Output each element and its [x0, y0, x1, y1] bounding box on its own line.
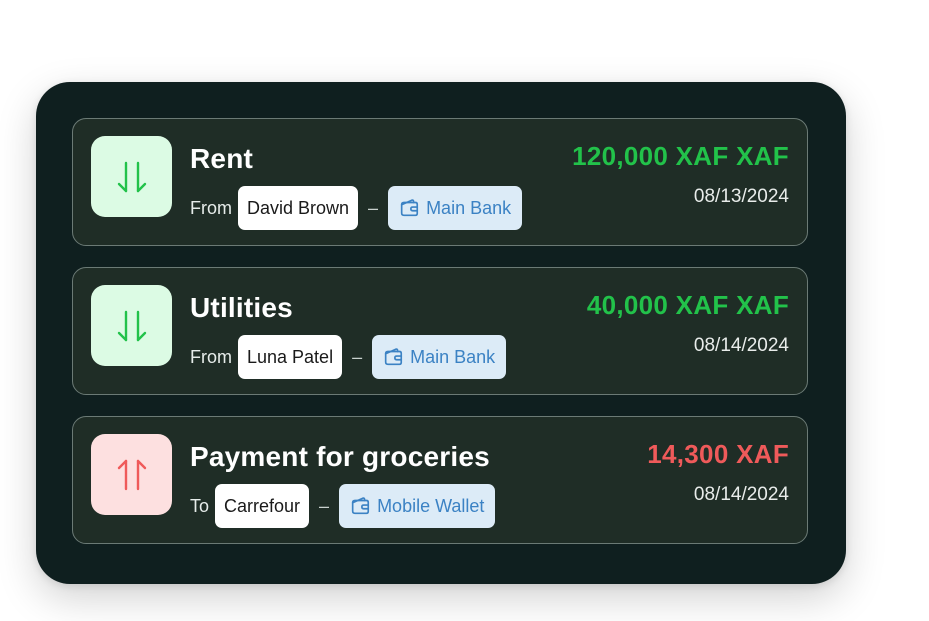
account-label: Main Bank: [410, 346, 496, 367]
wallet-icon: [400, 199, 419, 217]
incoming-transfer-icon: [91, 285, 172, 366]
transaction-amount: 14,300 XAF: [647, 439, 789, 469]
account-label: Mobile Wallet: [377, 495, 485, 516]
wallet-icon: [351, 497, 370, 515]
wallet-icon: [384, 348, 403, 366]
direction-label: To: [190, 495, 210, 516]
separator: –: [352, 346, 363, 367]
transaction-meta: From Luna Patel – Main Bank: [190, 334, 507, 380]
transaction-date: 08/14/2024: [693, 335, 789, 356]
separator: –: [319, 495, 330, 516]
transaction-amount: 40,000 XAF XAF: [586, 290, 789, 320]
transaction-title: Rent: [190, 143, 254, 174]
outgoing-transfer-icon: [91, 434, 172, 515]
account-label: Main Bank: [426, 197, 512, 218]
account-chip[interactable]: Mobile Wallet: [339, 484, 496, 528]
transaction-card[interactable]: Utilities From Luna Patel – Main Bank 40…: [72, 267, 808, 395]
transaction-title: Utilities: [190, 292, 293, 323]
direction-label: From: [190, 346, 232, 367]
transaction-meta: From David Brown – Main Bank: [190, 185, 523, 231]
party-chip[interactable]: Carrefour: [215, 484, 310, 528]
transaction-card[interactable]: Rent From David Brown – Main Bank 120,00…: [72, 118, 808, 246]
transaction-amount: 120,000 XAF XAF: [572, 141, 789, 171]
transaction-date: 08/13/2024: [693, 186, 789, 207]
party-chip[interactable]: David Brown: [238, 186, 359, 230]
direction-label: From: [190, 197, 232, 218]
account-chip[interactable]: Main Bank: [372, 335, 507, 379]
transaction-title: Payment for groceries: [190, 441, 490, 472]
incoming-transfer-icon: [91, 136, 172, 217]
transaction-meta: To Carrefour – Mobile Wallet: [190, 483, 496, 529]
transactions-panel: Rent From David Brown – Main Bank 120,00…: [36, 82, 846, 584]
separator: –: [368, 197, 379, 218]
stage: Rent From David Brown – Main Bank 120,00…: [0, 0, 929, 621]
transaction-card[interactable]: Payment for groceries To Carrefour – Mob…: [72, 416, 808, 544]
transaction-date: 08/14/2024: [693, 484, 789, 505]
account-chip[interactable]: Main Bank: [388, 186, 523, 230]
party-chip[interactable]: Luna Patel: [238, 335, 343, 379]
